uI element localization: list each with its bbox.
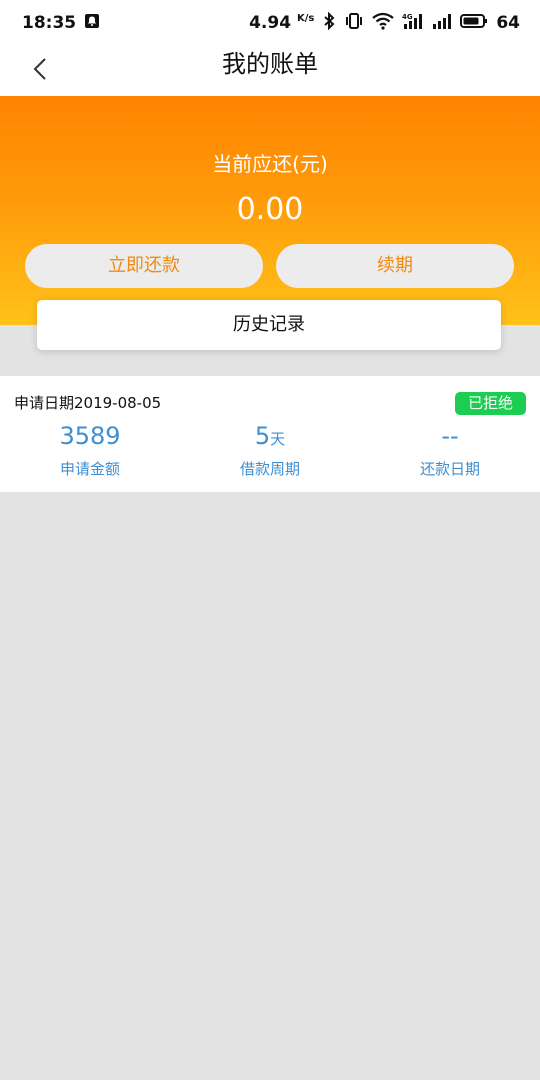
- battery-level: 64: [496, 13, 520, 33]
- status-bar: 18:35 4.94 K/s 4G 64: [0, 0, 540, 46]
- due-amount-label: 当前应还(元): [212, 152, 328, 176]
- wifi-icon: [372, 12, 395, 35]
- stat-period: 5天 借款周期: [180, 420, 360, 479]
- signal-icon: [432, 12, 452, 35]
- bill-record-card[interactable]: 申请日期2019-08-05 已拒绝 3589 申请金额 5天 借款周期 -- …: [0, 376, 540, 492]
- period-label: 借款周期: [239, 460, 300, 478]
- battery-icon: [460, 13, 488, 34]
- stat-repay-date: -- 还款日期: [360, 420, 540, 479]
- notification-icon: [84, 13, 100, 34]
- vibrate-icon: [344, 12, 364, 35]
- renew-button[interactable]: 续期: [276, 244, 514, 288]
- due-amount-value: 0.00: [236, 192, 304, 227]
- net-speed: 4.94 K/s: [249, 13, 315, 33]
- signal-4g-icon: 4G: [402, 12, 424, 35]
- repay-date-label: 还款日期: [419, 460, 480, 478]
- history-records-button[interactable]: 历史记录: [37, 300, 501, 350]
- nav-bar: 我的账单: [0, 46, 540, 96]
- repay-now-button[interactable]: 立即还款: [25, 244, 263, 288]
- stat-amount: 3589 申请金额: [0, 420, 180, 479]
- period-value: 5天: [254, 422, 286, 450]
- apply-date: 申请日期2019-08-05: [14, 394, 162, 412]
- status-badge: 已拒绝: [454, 392, 526, 415]
- svg-text:4G: 4G: [402, 13, 413, 21]
- page-title: 我的账单: [222, 50, 318, 78]
- status-time: 18:35: [22, 13, 77, 33]
- amount-label: 申请金额: [59, 460, 120, 478]
- period-unit: 天: [270, 430, 286, 448]
- bluetooth-icon: [322, 11, 336, 35]
- repay-date-value: --: [441, 422, 459, 450]
- amount-value: 3589: [59, 422, 121, 450]
